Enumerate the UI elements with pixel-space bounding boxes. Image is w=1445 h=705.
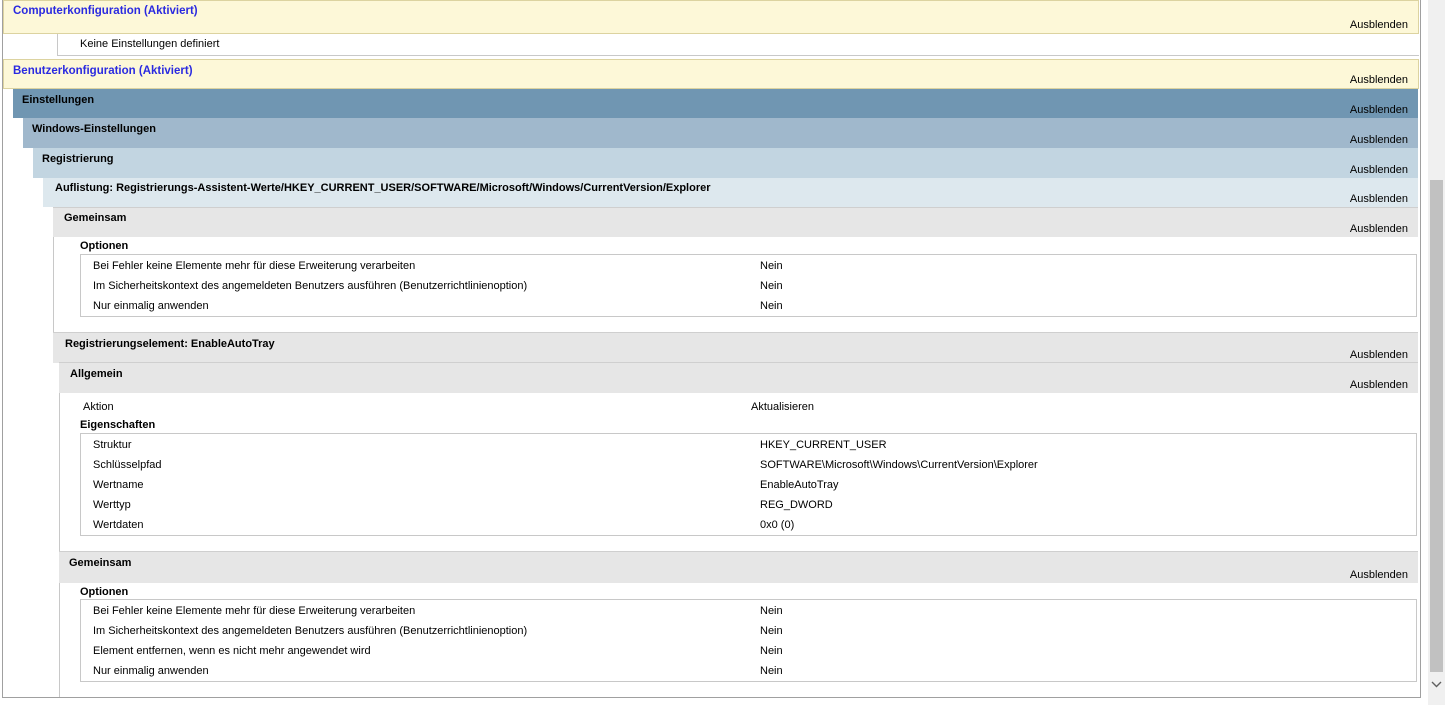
no-settings-text: Keine Einstellungen definiert [80,38,220,50]
table-row: Schlüsselpfad [93,459,162,471]
listing-header: Auflistung: Registrierungs-Assistent-Wer… [43,178,1418,207]
settings-title: Einstellungen [22,94,95,106]
reg-element-hide-link[interactable]: Ausblenden [1350,349,1408,361]
general-hide-link[interactable]: Ausblenden [1350,379,1408,391]
listing-hide-link[interactable]: Ausblenden [1350,193,1408,205]
common2-options-table: Bei Fehler keine Elemente mehr für diese… [80,599,1417,682]
table-row: Nur einmalig anwenden [93,665,209,677]
registry-header: Registrierung Ausblenden [33,148,1418,178]
windows-settings-header: Windows-Einstellungen Ausblenden [23,118,1418,148]
chevron-down-icon[interactable] [1428,676,1445,693]
action-label: Aktion [83,401,114,413]
common1-hide-link[interactable]: Ausblenden [1350,223,1408,235]
settings-header: Einstellungen Ausblenden [13,89,1418,118]
table-cell-value: Nein [760,625,783,637]
action-value: Aktualisieren [751,401,814,413]
settings-hide-link[interactable]: Ausblenden [1350,104,1408,116]
general-title: Allgemein [70,368,123,380]
common2-header: Gemeinsam Ausblenden [59,551,1418,583]
user-config-header: Benutzerkonfiguration (Aktiviert) Ausble… [3,59,1419,89]
table-cell-value: 0x0 (0) [760,519,795,531]
tree-line [59,362,60,697]
table-cell-value: HKEY_CURRENT_USER [760,439,887,451]
scrollbar-thumb[interactable] [1430,180,1443,672]
listing-title: Auflistung: Registrierungs-Assistent-Wer… [55,182,711,194]
table-row: Struktur [93,439,132,451]
reg-element-title: Registrierungselement: EnableAutoTray [65,338,275,350]
user-config-title: Benutzerkonfiguration (Aktiviert) [13,65,193,77]
table-cell-value: EnableAutoTray [760,479,839,491]
table-row: Bei Fehler keine Elemente mehr für diese… [93,605,416,617]
general-header: Allgemein Ausblenden [59,362,1418,393]
table-row: Wertdaten [93,519,144,531]
table-cell-value: Nein [760,280,783,292]
common1-header: Gemeinsam Ausblenden [53,207,1418,237]
properties-label: Eigenschaften [80,419,156,431]
common2-hide-link[interactable]: Ausblenden [1350,569,1408,581]
registry-title: Registrierung [42,153,114,165]
table-cell-value: Nein [760,260,783,272]
computer-config-hide-link[interactable]: Ausblenden [1350,19,1408,31]
common1-options-label: Optionen [80,240,129,252]
properties-table: Struktur HKEY_CURRENT_USER Schlüsselpfad… [80,433,1417,536]
table-row: Im Sicherheitskontext des angemeldeten B… [93,625,528,637]
table-cell-value: Nein [760,605,783,617]
table-cell-value: Nein [760,300,783,312]
windows-settings-hide-link[interactable]: Ausblenden [1350,134,1408,146]
computer-config-body: Keine Einstellungen definiert [57,34,1419,56]
table-row: Wertname [93,479,144,491]
computer-config-title: Computerkonfiguration (Aktiviert) [13,5,198,17]
common2-options-label: Optionen [80,586,129,598]
common1-options-table: Bei Fehler keine Elemente mehr für diese… [80,254,1417,317]
reg-element-header: Registrierungselement: EnableAutoTray Au… [53,332,1418,363]
table-cell-value: SOFTWARE\Microsoft\Windows\CurrentVersio… [760,459,1038,471]
table-row: Werttyp [93,499,131,511]
table-cell-value: Nein [760,645,783,657]
table-row: Nur einmalig anwenden [93,300,209,312]
user-config-hide-link[interactable]: Ausblenden [1350,74,1408,86]
windows-settings-title: Windows-Einstellungen [32,123,156,135]
common1-title: Gemeinsam [64,212,127,224]
registry-hide-link[interactable]: Ausblenden [1350,164,1408,176]
table-cell-value: Nein [760,665,783,677]
common2-title: Gemeinsam [69,557,132,569]
table-cell-value: REG_DWORD [760,499,833,511]
table-row: Bei Fehler keine Elemente mehr für diese… [93,260,416,272]
computer-config-header: Computerkonfiguration (Aktiviert) Ausble… [3,0,1419,34]
table-row: Element entfernen, wenn es nicht mehr an… [93,645,371,657]
table-row: Im Sicherheitskontext des angemeldeten B… [93,280,528,292]
